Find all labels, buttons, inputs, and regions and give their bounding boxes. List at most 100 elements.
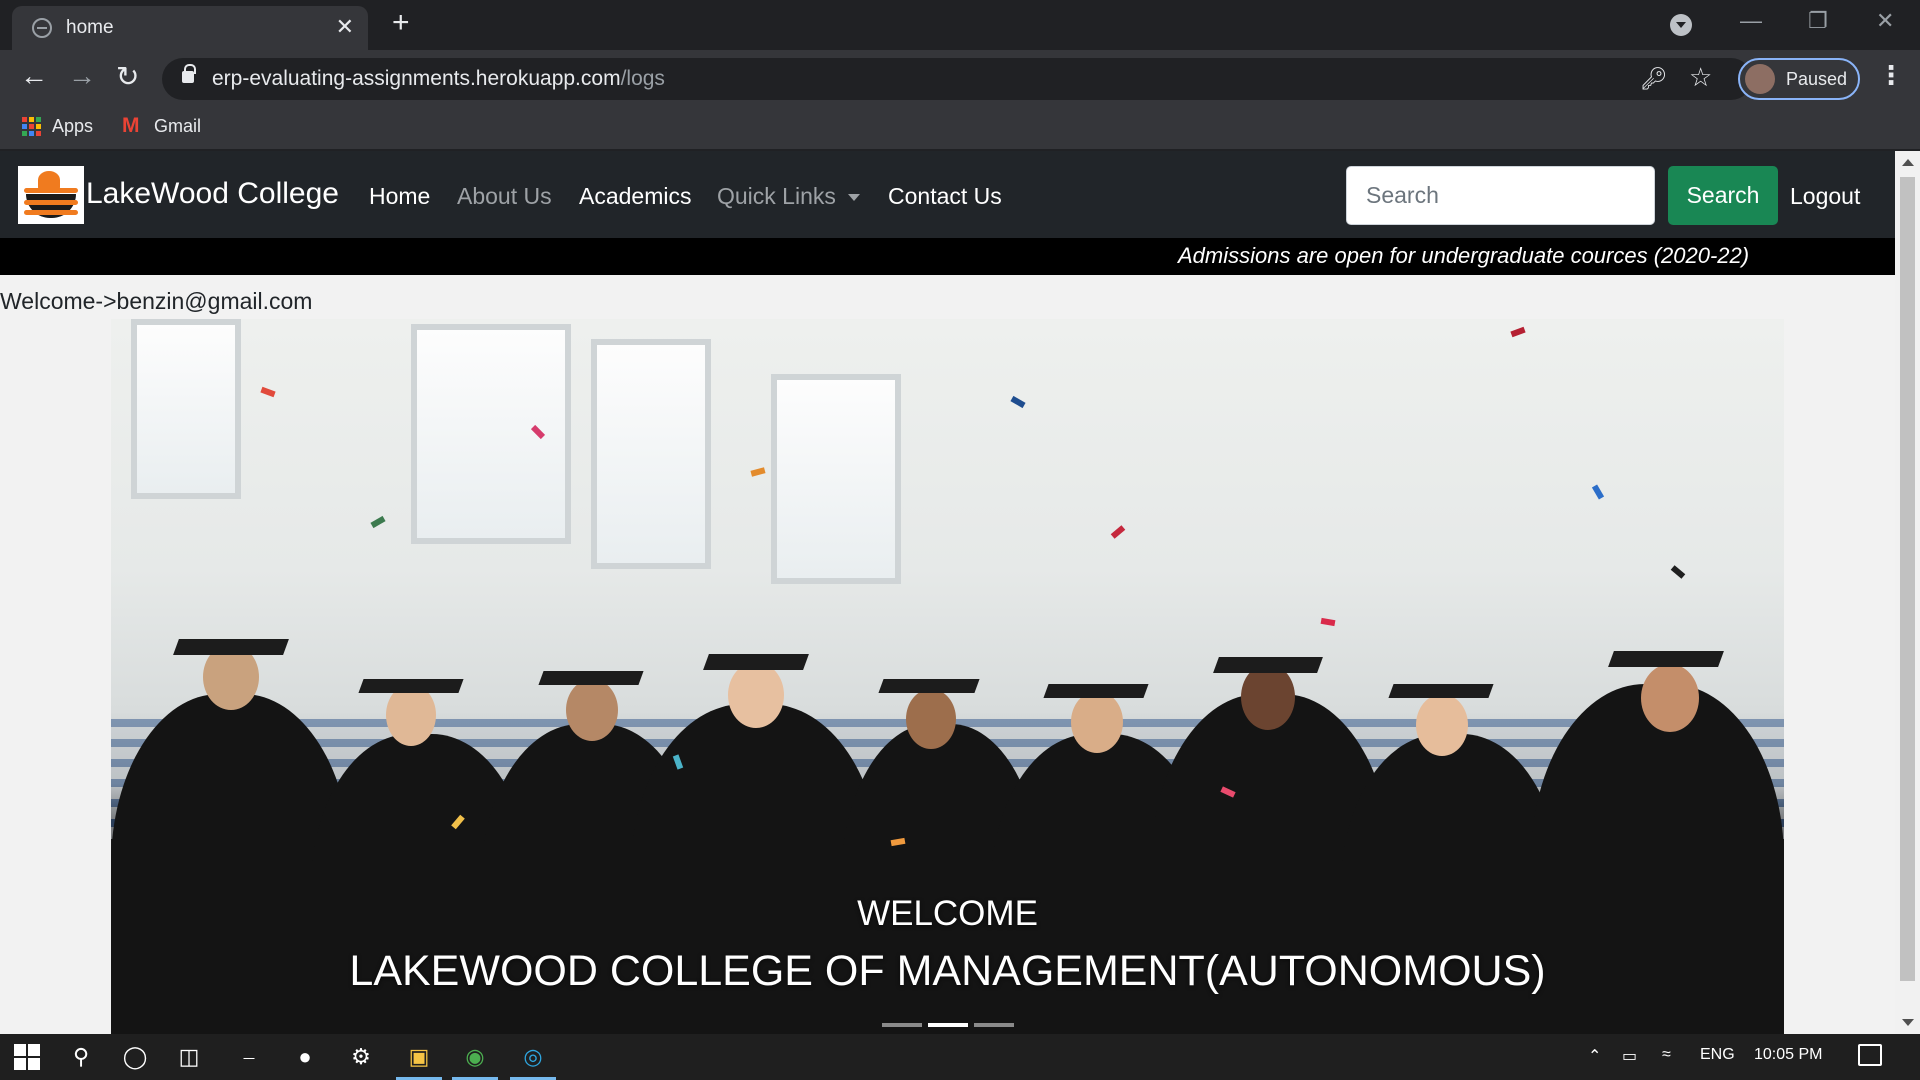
graduation-cap bbox=[358, 679, 464, 693]
browser-tab-strip: home ✕ + — ❐ ✕ bbox=[0, 0, 1920, 50]
graduate-face bbox=[566, 679, 618, 741]
task-view-icon[interactable]: ◫ bbox=[174, 1042, 204, 1072]
windows-logo-icon bbox=[14, 1044, 40, 1070]
nav-dropdown-label: Quick Links bbox=[717, 183, 836, 209]
logo-stripe bbox=[24, 200, 78, 205]
gym-window bbox=[771, 374, 901, 584]
profile-button[interactable]: Paused bbox=[1738, 58, 1860, 100]
graduation-cap bbox=[1608, 651, 1724, 667]
tab-title: home bbox=[66, 17, 114, 38]
chevron-up-icon[interactable]: ⌃ bbox=[1588, 1046, 1601, 1066]
forward-arrow-icon[interactable]: → bbox=[68, 60, 96, 92]
graduation-cap bbox=[538, 671, 644, 685]
url-text[interactable]: erp-evaluating-assignments.herokuapp.com… bbox=[212, 67, 665, 91]
confetti-piece bbox=[1110, 525, 1126, 539]
app-icon[interactable]: ⎯ bbox=[234, 1042, 264, 1072]
edge-icon[interactable]: ◎ bbox=[510, 1042, 556, 1080]
close-window-button[interactable]: ✕ bbox=[1876, 8, 1894, 34]
windows-taskbar: ⚲ ◯ ◫ ⎯ ● ⚙ ▣ ◉ ◎ ⌃ ▭ ≈ ENG 10:05 PM bbox=[0, 1034, 1920, 1080]
browser-toolbar: ← → ↻ erp-evaluating-assignments.herokua… bbox=[0, 50, 1920, 106]
scroll-thumb[interactable] bbox=[1900, 177, 1915, 981]
app-icon[interactable]: ● bbox=[290, 1042, 320, 1072]
bookmark-apps[interactable]: Apps bbox=[22, 116, 93, 137]
scroll-up-arrow-icon[interactable] bbox=[1902, 159, 1914, 166]
graduation-cap bbox=[173, 639, 289, 655]
chrome-icon[interactable]: ◉ bbox=[452, 1042, 498, 1080]
bookmark-gmail[interactable]: Gmail bbox=[122, 114, 202, 138]
search-button[interactable]: Search bbox=[1668, 166, 1778, 225]
graduate-face bbox=[1071, 691, 1123, 753]
bookmark-label: Apps bbox=[52, 116, 94, 136]
confetti-piece bbox=[1010, 395, 1026, 409]
carousel-indicator[interactable] bbox=[881, 1023, 922, 1027]
tab-search-icon[interactable] bbox=[1670, 14, 1692, 36]
key-icon[interactable]: 🔑︎ bbox=[1640, 66, 1668, 92]
carousel-indicator-active[interactable] bbox=[927, 1023, 968, 1027]
system-clock[interactable]: 10:05 PM bbox=[1754, 1046, 1822, 1064]
nav-link-contact-us[interactable]: Contact Us bbox=[888, 183, 1002, 210]
language-indicator[interactable]: ENG bbox=[1700, 1046, 1735, 1064]
logo-stripe bbox=[24, 188, 78, 193]
announcement-marquee: Admissions are open for undergraduate co… bbox=[0, 238, 1895, 275]
nav-link-home[interactable]: Home bbox=[369, 183, 430, 210]
announcement-text: Admissions are open for undergraduate co… bbox=[1178, 243, 1750, 268]
nav-dropdown-quick-links[interactable]: Quick Links bbox=[717, 183, 860, 210]
apps-grid-icon bbox=[22, 116, 42, 137]
confetti-piece bbox=[1670, 565, 1686, 579]
bookmarks-bar: Apps Gmail bbox=[0, 106, 1920, 150]
cortana-icon[interactable]: ◯ bbox=[120, 1042, 150, 1072]
bookmark-label: Gmail bbox=[154, 116, 202, 136]
address-bar[interactable]: erp-evaluating-assignments.herokuapp.com… bbox=[162, 58, 1752, 100]
back-arrow-icon[interactable]: ← bbox=[20, 60, 48, 92]
page-viewport: LakeWood College Home About Us Academics… bbox=[0, 151, 1920, 1034]
gym-window bbox=[131, 319, 241, 499]
graduate-face bbox=[1241, 664, 1295, 730]
graduate-face bbox=[1416, 694, 1468, 756]
carousel-indicator[interactable] bbox=[973, 1023, 1014, 1027]
url-host: erp-evaluating-assignments.herokuapp.com bbox=[212, 67, 621, 90]
carousel-caption-title: WELCOME bbox=[857, 894, 1038, 933]
graduate-face bbox=[728, 662, 784, 728]
gym-window bbox=[411, 324, 571, 544]
bookmark-star-icon[interactable]: ☆ bbox=[1689, 62, 1712, 93]
globe-icon bbox=[32, 18, 52, 38]
search-icon[interactable]: ⚲ bbox=[66, 1042, 96, 1072]
confetti-piece bbox=[260, 386, 276, 398]
confetti-piece bbox=[750, 467, 766, 477]
logo-stripe bbox=[24, 210, 78, 215]
graduation-cap bbox=[1043, 684, 1149, 698]
new-tab-button[interactable]: + bbox=[392, 6, 410, 40]
minimize-window-button[interactable]: — bbox=[1740, 8, 1762, 34]
graduation-cap bbox=[703, 654, 809, 670]
graduate-face bbox=[906, 689, 956, 749]
graduation-cap bbox=[1213, 657, 1323, 673]
wifi-icon[interactable]: ≈ bbox=[1662, 1046, 1671, 1064]
start-button[interactable] bbox=[12, 1042, 42, 1072]
browser-menu-icon[interactable]: ⋮ bbox=[1878, 60, 1904, 91]
scroll-down-arrow-icon[interactable] bbox=[1902, 1019, 1914, 1026]
nav-link-academics[interactable]: Academics bbox=[579, 183, 691, 210]
graduate-face bbox=[1641, 664, 1699, 732]
tab-close-icon[interactable]: ✕ bbox=[336, 14, 354, 40]
search-input[interactable] bbox=[1346, 166, 1655, 225]
battery-icon[interactable]: ▭ bbox=[1622, 1046, 1637, 1066]
brand-name[interactable]: LakeWood College bbox=[86, 177, 339, 211]
notification-center-icon[interactable] bbox=[1858, 1044, 1882, 1066]
browser-tab-home[interactable]: home ✕ bbox=[12, 6, 368, 50]
nav-link-about-us[interactable]: About Us bbox=[457, 183, 552, 210]
hero-carousel[interactable]: WELCOME LAKEWOOD COLLEGE OF MANAGEMENT(A… bbox=[111, 319, 1784, 1034]
graduation-cap bbox=[878, 679, 980, 693]
reload-icon[interactable]: ↻ bbox=[116, 60, 139, 93]
avatar bbox=[1745, 64, 1775, 94]
restore-window-button[interactable]: ❐ bbox=[1808, 8, 1828, 34]
page-scrollbar[interactable] bbox=[1895, 151, 1920, 1034]
graduation-cap bbox=[1388, 684, 1494, 698]
settings-gear-icon[interactable]: ⚙ bbox=[346, 1042, 376, 1072]
caret-down-icon bbox=[847, 194, 860, 202]
confetti-piece bbox=[1510, 326, 1526, 338]
file-explorer-icon[interactable]: ▣ bbox=[396, 1042, 442, 1080]
logout-link[interactable]: Logout bbox=[1790, 183, 1860, 210]
lock-icon[interactable] bbox=[182, 64, 196, 83]
gmail-icon bbox=[122, 114, 144, 138]
college-logo[interactable] bbox=[18, 166, 84, 224]
